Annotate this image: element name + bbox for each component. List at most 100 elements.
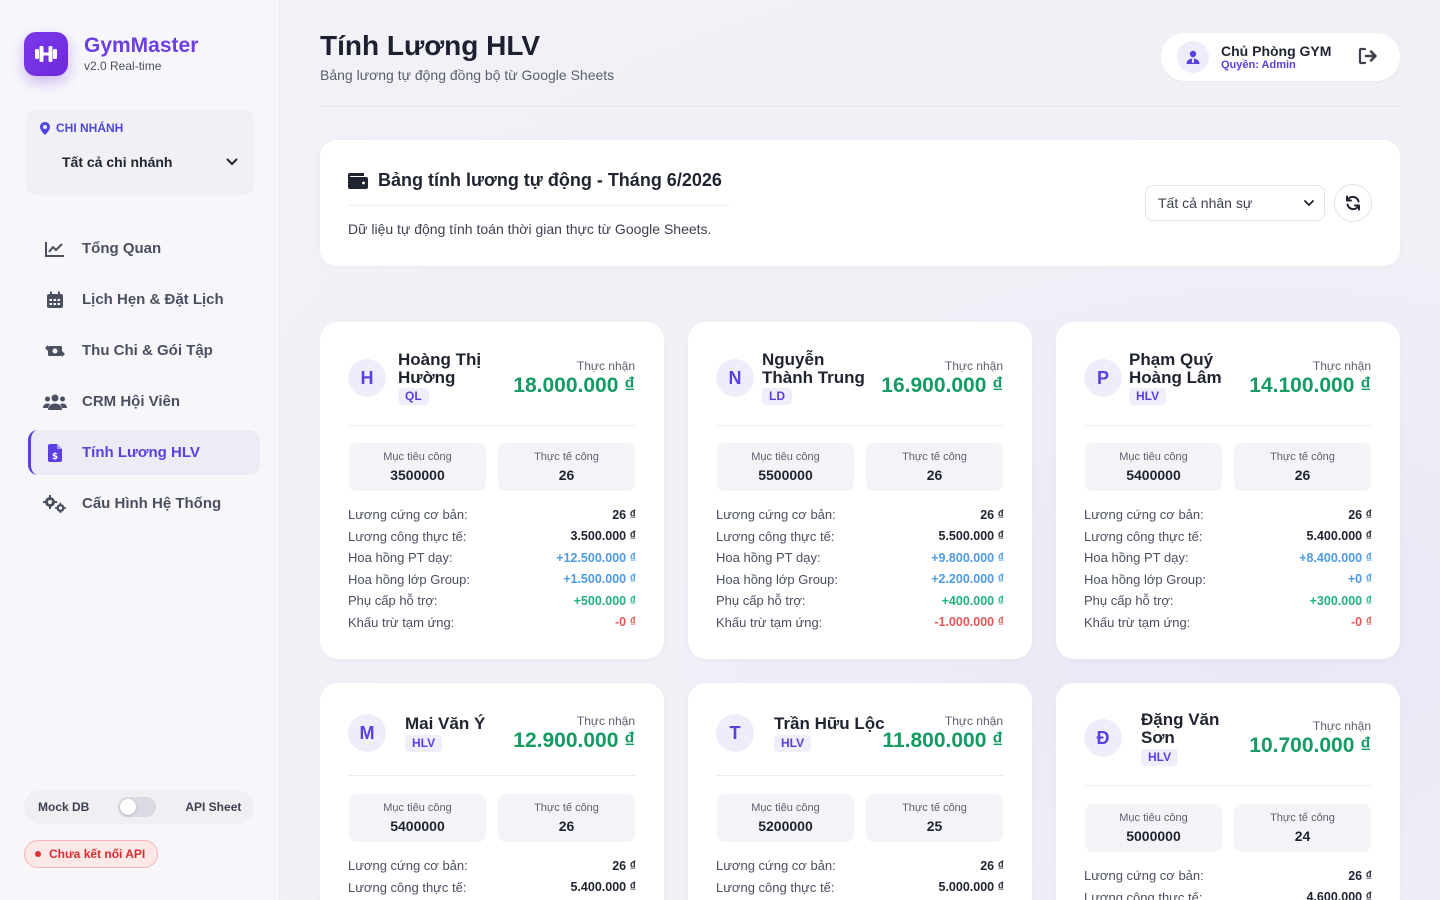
card-divider [1084,425,1372,426]
gears-icon [42,494,68,514]
role-badge: LD [762,388,792,405]
card-divider [716,775,1004,776]
header-divider [320,106,1400,107]
status-dot-icon [35,851,41,857]
mock-db-label: Mock DB [38,800,90,814]
api-status-badge: Chưa kết nối API [24,840,159,868]
row-base: Lương cứng cơ bản: 26 ₫ [348,858,636,874]
sidebar-item-payroll[interactable]: $ Tính Lương HLV [28,430,260,475]
net-label: Thực nhận [944,359,1003,373]
panel-divider [348,205,730,206]
user-menu: Chủ Phòng GYM Quyền: Admin [1161,33,1400,81]
main-content: Tính Lương HLV Bảng lương tự động đồng b… [280,0,1440,900]
data-source-switch[interactable] [118,797,157,817]
actual-stat: Thực tế công 26 [498,443,635,491]
actual-stat: Thực tế công 26 [1234,443,1371,491]
staff-name: Nguyễn Thành Trung [762,350,865,387]
salary-breakdown: Lương cứng cơ bản: 26 ₫ Lương công thực t… [348,855,636,898]
brand[interactable]: GymMaster v2.0 Real-time [24,32,198,76]
wallet-icon [348,172,368,189]
avatar: P [1084,359,1122,397]
net-salary: 16.900.000 ₫ [881,374,1003,397]
user-tie-icon [1177,41,1209,73]
net-label: Thực nhận [1312,719,1371,733]
staff-filter-select[interactable]: Tất cả nhân sự [1145,185,1325,221]
target-stat: Mục tiêu công 5200000 [717,794,854,842]
row-base: Lương cứng cơ bản: 26 ₫ [1084,507,1372,523]
chevron-down-icon [226,158,238,166]
page-title: Tính Lương HLV [320,30,541,61]
row-actual-salary: Lương công thực tế: 4.600.000 ₫ [1084,889,1372,900]
branch-dropdown[interactable]: Tất cả chi nhánh [62,154,238,170]
svg-text:$: $ [52,452,58,462]
staff-name: Hoàng Thị Hường [398,350,482,387]
row-pt-commission: Hoa hồng PT dạy: +12.500.000 ₫ [348,550,636,566]
row-base: Lương cứng cơ bản: 26 ₫ [716,507,1004,523]
actual-stat: Thực tế công 26 [498,794,635,842]
row-allowance: Phụ cấp hỗ trợ: +400.000 ₫ [716,593,1004,609]
branch-selected: Tất cả chi nhánh [62,154,173,170]
row-group-commission: Hoa hồng lớp Group: +2.200.000 ₫ [716,571,1004,587]
actual-stat: Thực tế công 24 [1234,804,1371,852]
logout-icon[interactable] [1358,47,1378,70]
row-advance: Khấu trừ tạm ứng: -1.000.000 ₫ [716,614,1004,630]
api-sheet-label: API Sheet [185,800,242,814]
map-pin-icon [40,121,50,135]
sidebar-item-finance[interactable]: Thu Chi & Gói Tập [28,328,260,373]
net-salary: 10.700.000 ₫ [1249,734,1371,757]
sidebar-item-schedule[interactable]: Lịch Hẹn & Đặt Lịch [28,277,260,322]
row-actual-salary: Lương công thực tế: 5.400.000 ₫ [348,879,636,895]
sidebar-item-overview[interactable]: Tổng Quan [28,226,260,271]
dumbbell-icon [24,32,68,76]
salary-breakdown: Lương cứng cơ bản: 26 ₫ Lương công thực t… [1084,504,1372,633]
brand-version: v2.0 Real-time [84,59,162,73]
row-base: Lương cứng cơ bản: 26 ₫ [716,858,1004,874]
avatar: N [716,359,754,397]
sidebar-item-settings[interactable]: Cấu Hình Hệ Thống [28,481,260,526]
staff-name: Đặng Văn Sơn [1141,710,1220,747]
role-badge: HLV [774,735,812,752]
net-salary: 11.800.000 ₫ [882,729,1003,752]
sidebar-item-crm[interactable]: CRM Hội Viên [28,379,260,424]
row-pt-commission: Hoa hồng PT dạy: +8.400.000 ₫ [1084,550,1372,566]
net-salary: 18.000.000 ₫ [513,374,635,397]
actual-stat: Thực tế công 25 [866,794,1003,842]
row-actual-salary: Lương công thực tế: 5.500.000 ₫ [716,528,1004,544]
staff-card: M Mai Văn Ý HLV Thực nhận 12.900.000 ₫ M… [320,683,664,900]
row-advance: Khấu trừ tạm ứng: -0 ₫ [1084,614,1372,630]
row-base: Lương cứng cơ bản: 26 ₫ [1084,868,1372,884]
role-badge: HLV [405,735,443,752]
staff-card: P Phạm Quý Hoàng Lâm HLV Thực nhận 14.10… [1056,322,1400,659]
target-stat: Mục tiêu công 5400000 [1085,443,1222,491]
payroll-panel: Bảng tính lương tự động - Tháng 6/2026 D… [320,140,1400,266]
row-group-commission: Hoa hồng lớp Group: +0 ₫ [1084,571,1372,587]
user-name: Chủ Phòng GYM [1221,42,1332,59]
staff-card: N Nguyễn Thành Trung LD Thực nhận 16.900… [688,322,1032,659]
staff-card: T Trần Hữu Lộc HLV Thực nhận 11.800.000 … [688,683,1032,900]
staff-card: Đ Đặng Văn Sơn HLV Thực nhận 10.700.000 … [1056,683,1400,900]
row-actual-salary: Lương công thực tế: 5.000.000 ₫ [716,879,1004,895]
avatar: H [348,359,386,397]
data-source-toggle: Mock DB API Sheet [24,790,254,824]
row-actual-salary: Lương công thực tế: 3.500.000 ₫ [348,528,636,544]
chart-line-icon [42,239,68,259]
staff-name: Trần Hữu Lộc [774,714,885,733]
card-divider [348,425,636,426]
sidebar-item-label: Thu Chi & Gói Tập [82,342,213,359]
actual-stat: Thực tế công 26 [866,443,1003,491]
role-badge: HLV [1129,388,1167,405]
sidebar-nav: Tổng Quan Lịch Hẹn & Đặt Lịch Thu Chi & … [28,226,260,532]
avatar: T [716,714,754,752]
salary-breakdown: Lương cứng cơ bản: 26 ₫ Lương công thực t… [716,855,1004,898]
target-stat: Mục tiêu công 5000000 [1085,804,1222,852]
row-allowance: Phụ cấp hỗ trợ: +500.000 ₫ [348,593,636,609]
calendar-icon [42,290,68,310]
salary-breakdown: Lương cứng cơ bản: 26 ₫ Lương công thực t… [348,504,636,633]
avatar: M [348,714,386,752]
panel-description: Dữ liệu tự động tính toán thời gian thực… [348,221,712,237]
row-actual-salary: Lương công thực tế: 5.400.000 ₫ [1084,528,1372,544]
refresh-button[interactable] [1334,184,1372,222]
role-badge: HLV [1141,749,1179,766]
brand-name: GymMaster [84,34,199,57]
money-exchange-icon [42,341,68,361]
